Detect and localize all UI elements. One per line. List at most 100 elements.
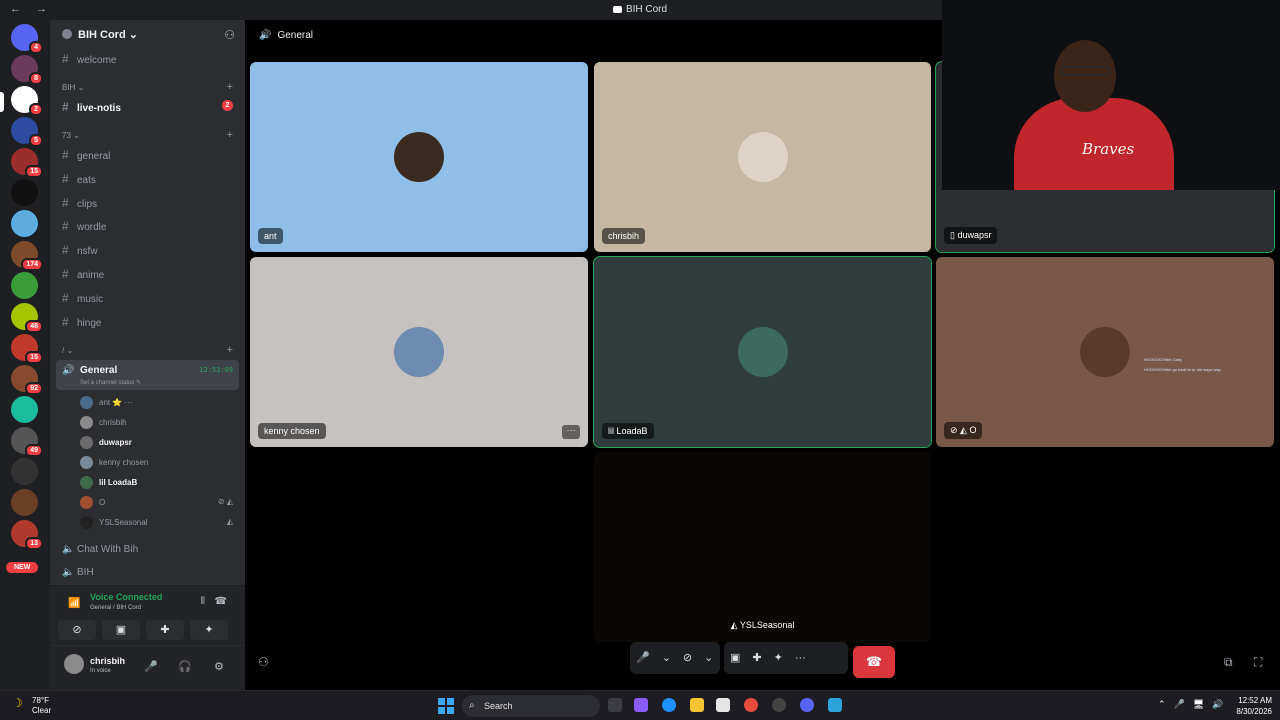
server-icon[interactable]: 92 [11, 365, 43, 395]
system-tray[interactable]: ⌃🎤🖥🔊 [1158, 699, 1231, 710]
video-tile[interactable]: kenny chosen ··· [250, 257, 588, 447]
voice-user[interactable]: kenny chosen [80, 456, 148, 469]
server-icon[interactable] [11, 210, 38, 237]
app-icon[interactable] [772, 698, 786, 712]
hash-icon: # [62, 243, 69, 258]
disconnect-icon[interactable]: ☎ [215, 596, 227, 607]
activities-icon[interactable]: ✚ [746, 642, 767, 674]
channel-anime[interactable]: # anime [62, 267, 104, 281]
voice-user-name: O [99, 498, 106, 507]
add-channel-icon[interactable]: + [227, 344, 233, 356]
server-icon[interactable] [11, 458, 38, 485]
avatar[interactable] [64, 654, 84, 674]
voice-channel-bih[interactable]: 🔈 BIH [62, 567, 94, 578]
chevron-down-icon[interactable]: ⌄ [698, 642, 719, 674]
chevron-down-icon[interactable]: ⌄ [656, 642, 677, 674]
server-icon[interactable] [11, 396, 38, 423]
task-view-icon[interactable] [608, 698, 622, 712]
user-name[interactable]: chrisbih [90, 656, 125, 666]
clock[interactable]: 12:52 AM 8/30/2026 [1228, 695, 1272, 717]
video-tile[interactable]: chrisbih [594, 62, 931, 252]
channel-nsfw[interactable]: # nsfw [62, 243, 98, 257]
taskbar-search[interactable]: ⌕ Search [462, 695, 600, 717]
file-explorer-icon[interactable] [690, 698, 704, 712]
video-tile[interactable]: ◭ YSLSeasonal [594, 452, 931, 642]
discord-taskbar-icon[interactable] [800, 698, 814, 712]
channel-music[interactable]: # music [62, 291, 103, 305]
unread-badge: 15 [25, 165, 43, 178]
voice-user-name: YSLSeasonal [99, 518, 148, 527]
voice-user[interactable]: lil LoadaB [80, 476, 137, 489]
server-icon[interactable] [11, 489, 38, 516]
channel-clips[interactable]: # clips [62, 196, 97, 210]
server-icon[interactable]: 4 [11, 24, 43, 54]
server-icon[interactable]: 49 [11, 427, 43, 457]
channel-wordle[interactable]: # wordle [62, 219, 106, 233]
store-icon[interactable] [716, 698, 730, 712]
video-tile[interactable]: ant [250, 62, 588, 252]
settings-gear-icon[interactable]: ⚙ [214, 660, 224, 673]
fullscreen-icon[interactable]: ⛶ [1254, 655, 1262, 670]
invite-icon[interactable]: ⚇ [224, 28, 235, 42]
channel-label: nsfw [77, 246, 98, 258]
video-tile[interactable]: lil LoadaB [593, 256, 932, 448]
server-icon[interactable]: 2 [11, 86, 43, 116]
add-channel-icon[interactable]: + [227, 81, 233, 93]
invite-user-icon[interactable]: ⚇ [258, 655, 269, 669]
server-icon[interactable] [11, 179, 38, 206]
channel-live-notis[interactable]: # live-notis [62, 100, 121, 114]
guild-header[interactable]: BIH Cord ⌄ [62, 28, 138, 41]
popout-icon[interactable]: ⧉ [1224, 655, 1233, 670]
category-73[interactable]: 73 ⌄ [62, 131, 80, 140]
server-icon[interactable]: 174 [11, 241, 43, 271]
voice-channel-general[interactable]: 🔊 General 12:53:09 Set a channel status … [56, 360, 239, 390]
more-options-icon[interactable]: ··· [562, 425, 580, 439]
camera-off-icon[interactable]: ⊘ [677, 642, 698, 674]
notepad-icon[interactable] [828, 698, 842, 712]
new-badge[interactable]: NEW [6, 562, 39, 573]
server-icon[interactable]: 48 [11, 303, 43, 333]
server-icon[interactable]: 8 [11, 55, 43, 85]
signal-icon[interactable]: 📶 [68, 598, 80, 609]
soundboard-button[interactable]: ✦ [190, 620, 228, 640]
screen-share-button[interactable]: ▣ [102, 620, 140, 640]
voice-user[interactable]: YSLSeasonal [80, 516, 147, 529]
weather-widget[interactable]: ☽ 78°F Clear [12, 696, 51, 715]
channel-welcome[interactable]: # welcome [62, 52, 116, 66]
headphones-icon[interactable]: 🎧 [178, 660, 192, 673]
channel-hinge[interactable]: # hinge [62, 315, 101, 329]
more-icon[interactable]: ··· [789, 642, 812, 674]
category-bih[interactable]: BIH ⌄ [62, 83, 84, 92]
voice-user[interactable]: O [80, 496, 105, 509]
screen-share-icon[interactable]: ▣ [724, 642, 746, 674]
server-icon[interactable] [11, 272, 38, 299]
end-call-button[interactable]: ☎ [853, 646, 895, 678]
voice-channel-name: General [80, 365, 118, 376]
chrome-icon[interactable] [744, 698, 758, 712]
voice-user[interactable]: duwapsr [80, 436, 132, 449]
avatar [737, 132, 788, 182]
copilot-icon[interactable] [634, 698, 648, 712]
server-icon[interactable]: 13 [11, 520, 43, 550]
soundboard-icon[interactable]: ✦ [768, 642, 789, 674]
channel-status[interactable]: Set a channel status ✎ [80, 379, 141, 386]
edge-icon[interactable] [662, 698, 676, 712]
microphone-icon[interactable]: 🎤 [144, 660, 158, 673]
server-icon[interactable]: 15 [11, 334, 43, 364]
voice-user[interactable]: chrisbih [80, 416, 127, 429]
channel-general[interactable]: # general [62, 148, 110, 162]
server-icon[interactable]: 5 [11, 117, 43, 147]
voice-user[interactable]: ant ⭐ ··· [80, 396, 133, 409]
category-slash[interactable]: / ⌄ [62, 346, 73, 355]
activities-button[interactable]: ✚ [146, 620, 184, 640]
start-button[interactable] [438, 698, 454, 714]
server-icon[interactable]: 15 [11, 148, 43, 178]
noise-suppression-icon[interactable]: ⦀ [201, 596, 205, 607]
voice-status-sub[interactable]: General / BIH Cord [90, 605, 141, 611]
channel-eats[interactable]: # eats [62, 172, 96, 186]
add-channel-icon[interactable]: + [227, 129, 233, 141]
microphone-icon[interactable]: 🎤 [630, 642, 656, 674]
camera-button[interactable]: ⊘ [58, 620, 96, 640]
voice-channel-chat-with-bih[interactable]: 🔈 Chat With Bih [62, 544, 138, 555]
video-tile[interactable]: ⊘ ◭ O [936, 257, 1274, 447]
